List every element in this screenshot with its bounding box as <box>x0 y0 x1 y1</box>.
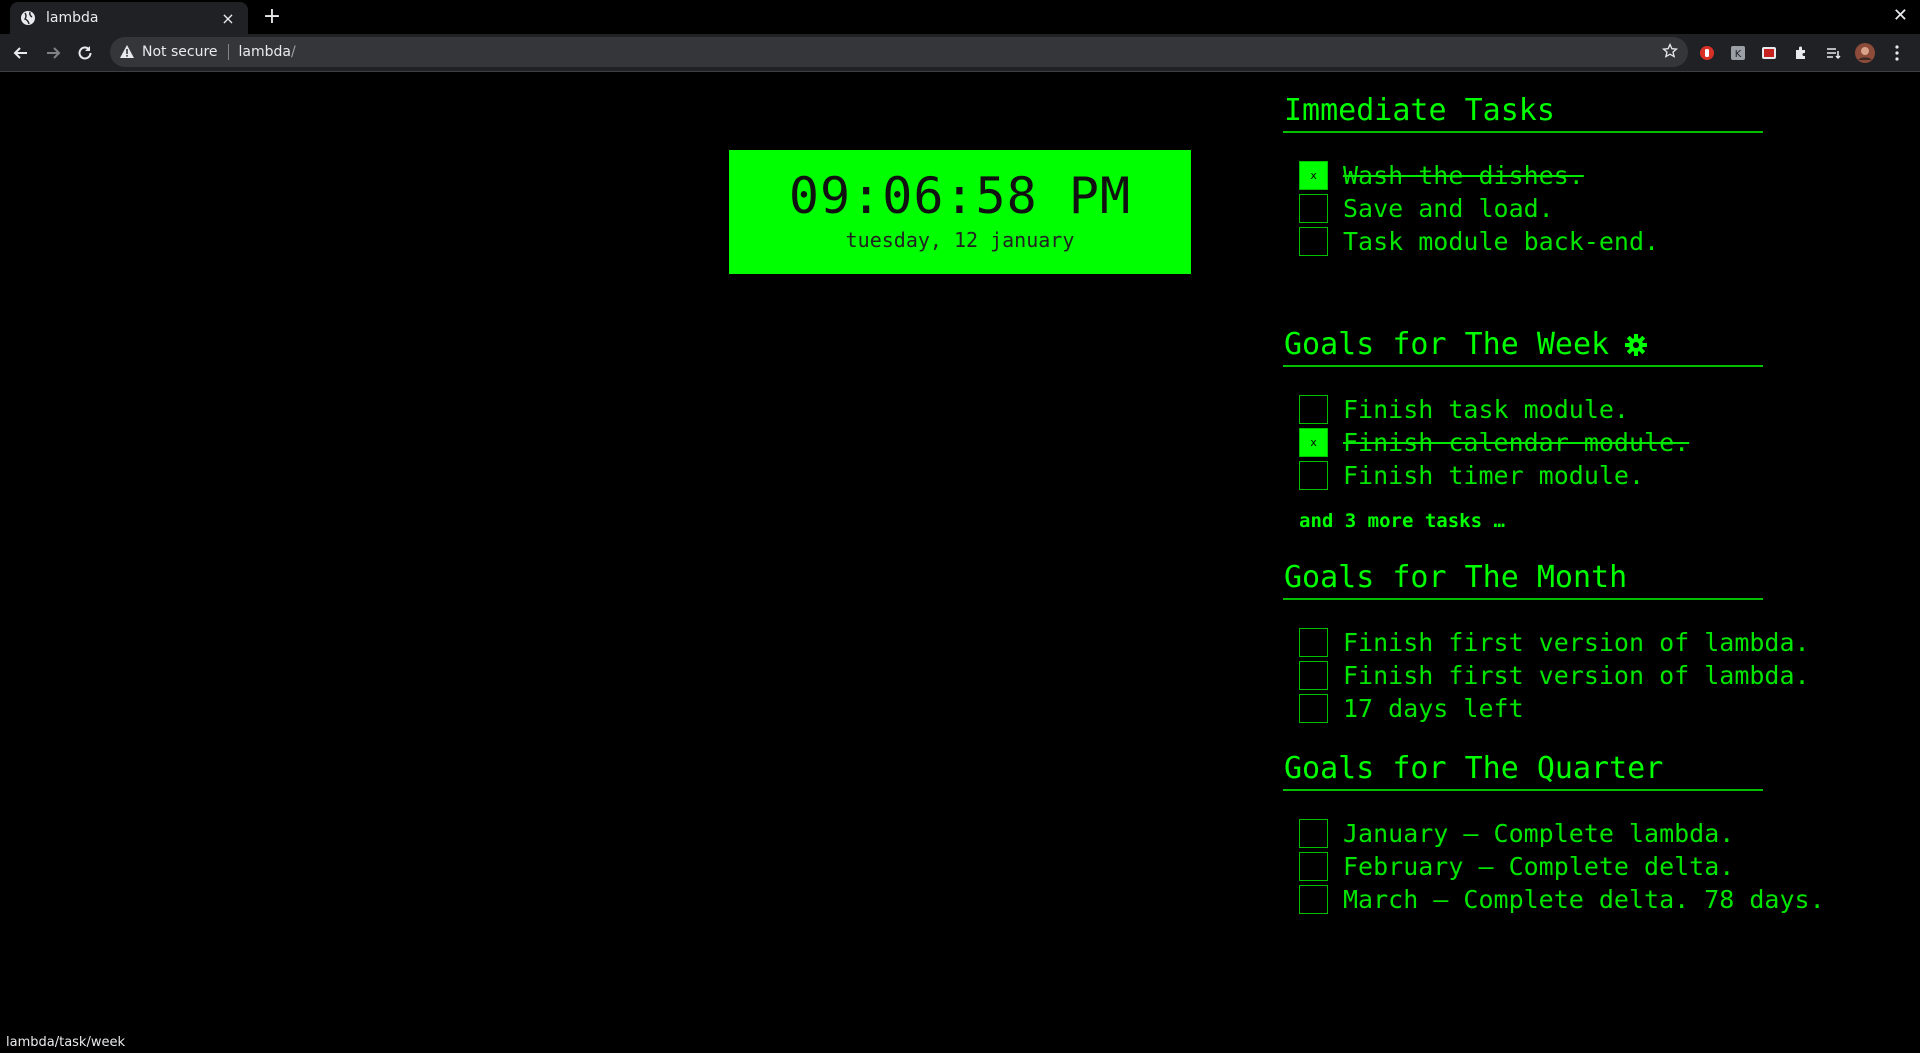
task-item[interactable]: Finish task module. <box>1299 393 1763 426</box>
task-label[interactable]: March – Complete delta. 78 days. <box>1343 885 1825 914</box>
tab-title: lambda <box>46 10 99 26</box>
security-label[interactable]: Not secure <box>142 44 218 60</box>
task-list: January – Complete lambda. February – Co… <box>1299 817 1825 916</box>
section-title: Immediate Tasks <box>1283 93 1763 133</box>
task-item[interactable]: Save and load. <box>1299 192 1763 225</box>
menu-icon[interactable] <box>1887 43 1907 63</box>
tab-lambda[interactable]: lambda × <box>10 2 248 34</box>
warning-icon[interactable] <box>120 43 134 62</box>
adblock-extension-icon[interactable] <box>1697 43 1717 63</box>
task-label[interactable]: 17 days left <box>1343 694 1524 723</box>
globe-icon <box>20 10 36 26</box>
more-tasks-link[interactable]: and 3 more tasks … <box>1299 510 1763 532</box>
task-label[interactable]: Task module back-end. <box>1343 227 1659 256</box>
task-item[interactable]: x Finish calendar module. <box>1299 426 1763 459</box>
task-item[interactable]: Finish first version of lambda. <box>1299 626 1810 659</box>
url-host: lambda <box>238 44 291 60</box>
task-checkbox[interactable] <box>1299 852 1328 881</box>
address-bar[interactable]: Not secure lambda / <box>110 37 1688 67</box>
task-item[interactable]: January – Complete lambda. <box>1299 817 1763 850</box>
task-label[interactable]: Finish first version of lambda. <box>1343 661 1810 690</box>
task-item[interactable]: Finish timer module. <box>1299 459 1763 492</box>
task-item[interactable]: Finish first version of lambda. <box>1299 659 1810 692</box>
tab-close-icon[interactable]: × <box>218 9 238 28</box>
task-checkbox[interactable] <box>1299 661 1328 690</box>
task-checkbox[interactable] <box>1299 628 1328 657</box>
clock-widget: 09:06:58 PM tuesday, 12 january <box>729 150 1191 274</box>
tab-strip: lambda × + ✕ <box>0 0 1920 34</box>
section-title-text: Immediate Tasks <box>1284 93 1555 128</box>
section-title-text: Goals for The Week <box>1284 327 1610 362</box>
task-checkbox[interactable] <box>1299 194 1328 223</box>
task-checkbox[interactable] <box>1299 395 1328 424</box>
task-checkbox[interactable] <box>1299 819 1328 848</box>
task-list: Finish first version of lambda. Finish f… <box>1299 626 1810 725</box>
url-path: / <box>291 44 296 60</box>
task-label[interactable]: February – Complete delta. <box>1343 852 1734 881</box>
svg-text:K: K <box>1735 49 1742 60</box>
task-label[interactable]: January – Complete lambda. <box>1343 819 1734 848</box>
extension-k-icon[interactable]: K <box>1728 43 1748 63</box>
task-checkbox[interactable] <box>1299 885 1328 914</box>
clock-date: tuesday, 12 january <box>845 228 1075 252</box>
task-item[interactable]: Task module back-end. <box>1299 225 1763 258</box>
task-item[interactable]: 17 days left <box>1299 692 1763 725</box>
month-goals-section: Goals for The Month Finish first version… <box>1283 560 1810 725</box>
task-list: x Wash the dishes. Save and load. Task m… <box>1299 159 1763 258</box>
section-title: Goals for The Month <box>1283 560 1763 600</box>
week-goals-section: Goals for The Week Finish task module. x… <box>1283 327 1763 532</box>
reading-list-icon[interactable] <box>1823 43 1843 63</box>
task-checkbox[interactable] <box>1299 227 1328 256</box>
task-item[interactable]: March – Complete delta. 78 days. <box>1299 883 1825 916</box>
task-label[interactable]: Finish calendar module. <box>1343 428 1689 457</box>
task-item[interactable]: February – Complete delta. <box>1299 850 1763 883</box>
star-icon[interactable] <box>1661 42 1679 63</box>
task-label[interactable]: Finish timer module. <box>1343 461 1644 490</box>
forward-icon[interactable] <box>41 41 65 65</box>
task-list: Finish task module. x Finish calendar mo… <box>1299 393 1763 492</box>
task-label[interactable]: Save and load. <box>1343 194 1554 223</box>
task-label[interactable]: Wash the dishes. <box>1343 161 1584 190</box>
section-title: Goals for The Quarter <box>1283 751 1763 791</box>
immediate-tasks-section: Immediate Tasks x Wash the dishes. Save … <box>1283 93 1763 258</box>
task-checkbox[interactable]: x <box>1299 161 1328 190</box>
quarter-goals-section: Goals for The Quarter January – Complete… <box>1283 751 1825 916</box>
new-tab-button[interactable]: + <box>260 6 284 30</box>
section-title-text: Goals for The Month <box>1284 560 1628 595</box>
status-bar-url: lambda/task/week <box>0 1032 131 1053</box>
clock-time: 09:06:58 PM <box>788 167 1132 225</box>
task-label[interactable]: Finish task module. <box>1343 395 1629 424</box>
task-item[interactable]: x Wash the dishes. <box>1299 159 1763 192</box>
browser-toolbar: Not secure lambda / K <box>0 34 1920 71</box>
extensions-icon[interactable] <box>1791 43 1811 63</box>
reload-icon[interactable] <box>73 41 97 65</box>
task-label[interactable]: Finish first version of lambda. <box>1343 628 1810 657</box>
omnibox-divider <box>227 44 229 60</box>
extension-red-icon[interactable] <box>1759 43 1779 63</box>
back-icon[interactable] <box>9 41 33 65</box>
window-close-button[interactable]: ✕ <box>1893 5 1908 26</box>
profile-icon[interactable] <box>1855 43 1875 63</box>
gear-icon[interactable] <box>1625 334 1648 356</box>
lambda-page: 09:06:58 PM tuesday, 12 january Immediat… <box>0 72 1920 1053</box>
task-checkbox[interactable] <box>1299 461 1328 490</box>
section-title-text: Goals for The Quarter <box>1284 751 1664 786</box>
section-title: Goals for The Week <box>1283 327 1763 367</box>
task-checkbox[interactable]: x <box>1299 428 1328 457</box>
task-checkbox[interactable] <box>1299 694 1328 723</box>
